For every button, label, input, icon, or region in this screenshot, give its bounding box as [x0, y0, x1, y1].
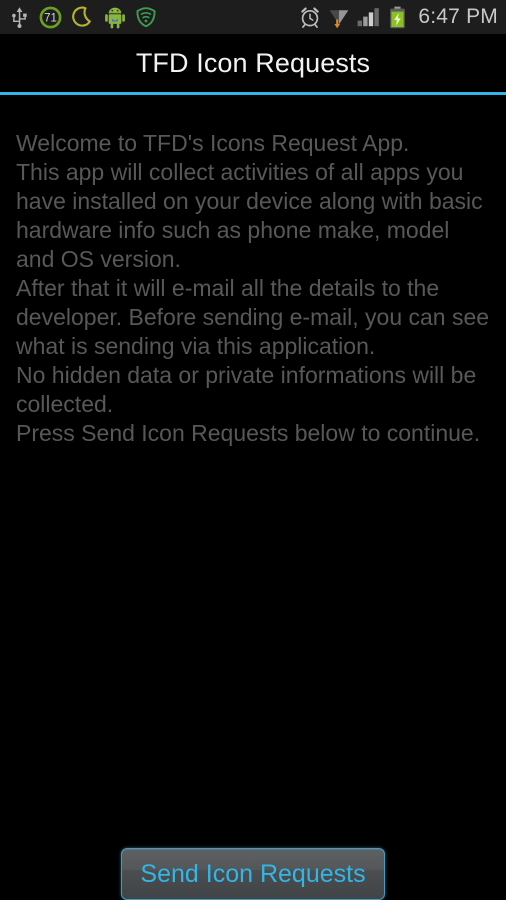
- cellular-signal-icon: [357, 6, 382, 28]
- moon-night-mode-icon: [72, 6, 95, 29]
- instruction-paragraph: Press Send Icon Requests below to contin…: [16, 420, 481, 446]
- send-icon-requests-button[interactable]: Send Icon Requests: [121, 848, 385, 900]
- wifi-download-icon: [328, 6, 350, 29]
- battery-percent-value: 71: [44, 12, 57, 24]
- action-bar: TFD Icon Requests: [0, 34, 506, 92]
- app-screen: 71 6:47 PM TFD Icon Requests Welcome to …: [0, 0, 506, 900]
- page-title: TFD Icon Requests: [135, 47, 371, 78]
- android-system-icon: [104, 6, 126, 29]
- alarm-clock-icon: [299, 6, 321, 28]
- battery-charging-icon: [389, 6, 406, 29]
- main-content: Welcome to TFD's Icons Request App. This…: [0, 95, 506, 900]
- shield-security-icon: [135, 6, 157, 28]
- battery-percent-circle-icon: 71: [38, 5, 63, 30]
- button-container: Send Icon Requests: [0, 848, 506, 900]
- status-bar[interactable]: 71 6:47 PM: [0, 0, 506, 34]
- status-bar-clock: 6:47 PM: [418, 5, 498, 28]
- status-bar-left-icons: 71: [10, 5, 299, 30]
- usb-icon: [10, 6, 29, 28]
- status-bar-right-icons: 6:47 PM: [299, 5, 498, 29]
- description-paragraph: This app will collect activities of all …: [16, 159, 490, 417]
- welcome-paragraph: Welcome to TFD's Icons Request App.: [16, 130, 410, 156]
